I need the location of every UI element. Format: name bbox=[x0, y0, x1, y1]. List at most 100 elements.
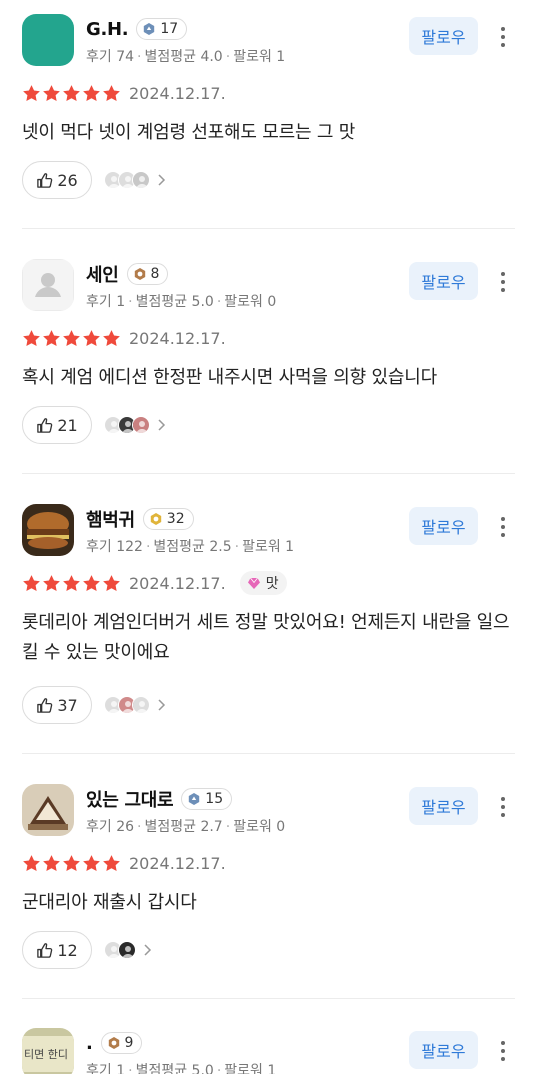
follow-button[interactable]: 팔로우 bbox=[409, 17, 478, 55]
star-icon bbox=[102, 574, 121, 593]
star-rating bbox=[22, 329, 121, 348]
more-options-icon[interactable] bbox=[492, 1034, 514, 1068]
review-count: 후기 1 bbox=[86, 294, 126, 310]
thumbs-up-icon bbox=[36, 417, 53, 434]
diamond-level-icon bbox=[142, 22, 156, 36]
like-button[interactable]: 12 bbox=[22, 931, 92, 969]
average-rating: 별점평균 5.0 bbox=[135, 1063, 214, 1074]
star-icon bbox=[42, 84, 61, 103]
avatar[interactable] bbox=[22, 14, 74, 66]
review-item: 티면 한디. 9 후기 1 · 별점평균 5.0 · 팔로워 1 팔로우 bbox=[0, 1028, 537, 1074]
level-badge: 8 bbox=[126, 263, 169, 285]
star-icon bbox=[42, 329, 61, 348]
chevron-right-icon bbox=[146, 173, 168, 187]
reviewer-stats: 후기 1 · 별점평균 5.0 · 팔로워 0 bbox=[86, 291, 276, 311]
reviewer-stats: 후기 26 · 별점평균 2.7 · 팔로워 0 bbox=[86, 816, 285, 836]
star-icon bbox=[82, 574, 101, 593]
level-number: 15 bbox=[205, 791, 224, 807]
level-number: 9 bbox=[124, 1035, 134, 1051]
follower-count: 팔로워 0 bbox=[233, 819, 286, 835]
reviewer-stats: 후기 1 · 별점평균 5.0 · 팔로워 1 bbox=[86, 1060, 276, 1074]
likers-list[interactable] bbox=[104, 161, 168, 199]
reviewer-name[interactable]: 세인 bbox=[86, 261, 119, 287]
star-icon bbox=[22, 329, 41, 348]
review-count: 후기 74 bbox=[86, 49, 135, 65]
average-rating: 별점평균 2.5 bbox=[153, 539, 232, 555]
review-text: 롯데리아 계엄인더버거 세트 정말 맛있어요! 언제든지 내란을 일으킬 수 있… bbox=[22, 612, 510, 663]
star-icon bbox=[82, 854, 101, 873]
follow-button[interactable]: 팔로우 bbox=[409, 507, 478, 545]
review-text: 혹시 계엄 에디션 한정판 내주시면 사먹을 의향 있습니다 bbox=[22, 367, 437, 388]
average-rating: 별점평균 5.0 bbox=[135, 294, 214, 310]
review-count: 후기 26 bbox=[86, 819, 135, 835]
review-text: 넷이 먹다 넷이 계엄령 선포해도 모르는 그 맛 bbox=[22, 122, 356, 143]
average-rating: 별점평균 2.7 bbox=[144, 819, 223, 835]
divider bbox=[22, 753, 515, 754]
star-icon bbox=[102, 854, 121, 873]
review-item: 햄벅귀 32 후기 122 · 별점평균 2.5 · 팔로워 1 팔로우 2024.12.17.… bbox=[0, 504, 537, 753]
review-count: 후기 1 bbox=[86, 1063, 126, 1074]
review-item: G.H. 17 후기 74 · 별점평균 4.0 · 팔로워 1 팔로우 2024.12.17.… bbox=[0, 14, 537, 228]
avatar-text: 티면 한디 bbox=[24, 1048, 68, 1061]
avatar[interactable]: 티면 한디 bbox=[22, 1028, 74, 1074]
reviewer-stats: 후기 122 · 별점평균 2.5 · 팔로워 1 bbox=[86, 536, 294, 556]
separator-dot: · bbox=[216, 1063, 222, 1074]
star-icon bbox=[62, 854, 81, 873]
review-text: 군대리아 재출시 갑시다 bbox=[22, 892, 197, 913]
bronze-level-icon bbox=[133, 267, 147, 281]
follow-button[interactable]: 팔로우 bbox=[409, 787, 478, 825]
review-date: 2024.12.17. bbox=[129, 328, 226, 348]
reviewer-name[interactable]: 있는 그대로 bbox=[86, 786, 174, 812]
like-button[interactable]: 21 bbox=[22, 406, 92, 444]
follower-count: 팔로워 1 bbox=[233, 49, 286, 65]
review-date: 2024.12.17. bbox=[129, 83, 226, 103]
star-icon bbox=[102, 84, 121, 103]
level-number: 32 bbox=[166, 511, 185, 527]
divider bbox=[22, 998, 515, 999]
bronze-level-icon bbox=[107, 1036, 121, 1050]
reviewer-name[interactable]: . bbox=[86, 1033, 93, 1054]
likers-list[interactable] bbox=[104, 686, 168, 724]
follower-count: 팔로워 1 bbox=[224, 1063, 277, 1074]
follow-button[interactable]: 팔로우 bbox=[409, 1031, 478, 1069]
separator-dot: · bbox=[225, 819, 231, 835]
more-options-icon[interactable] bbox=[492, 790, 514, 824]
chevron-right-icon bbox=[146, 698, 168, 712]
review-date: 2024.12.17. bbox=[129, 573, 226, 593]
thumbs-up-icon bbox=[36, 942, 53, 959]
rating-row: 2024.12.17. bbox=[22, 850, 226, 876]
star-icon bbox=[82, 84, 101, 103]
like-count: 26 bbox=[57, 170, 78, 190]
review-count: 후기 122 bbox=[86, 539, 143, 555]
follow-button[interactable]: 팔로우 bbox=[409, 262, 478, 300]
like-button[interactable]: 26 bbox=[22, 161, 92, 199]
rating-row: 2024.12.17. bbox=[22, 325, 226, 351]
avatar[interactable] bbox=[22, 784, 74, 836]
likers-list[interactable] bbox=[104, 406, 168, 444]
review-list: G.H. 17 후기 74 · 별점평균 4.0 · 팔로워 1 팔로우 2024.12.17.… bbox=[0, 0, 537, 1074]
more-options-icon[interactable] bbox=[492, 265, 514, 299]
gold-level-icon bbox=[149, 512, 163, 526]
level-number: 8 bbox=[150, 266, 160, 282]
reviewer-name[interactable]: G.H. bbox=[86, 19, 129, 40]
star-icon bbox=[102, 329, 121, 348]
like-count: 12 bbox=[57, 940, 78, 960]
like-button[interactable]: 37 bbox=[22, 686, 92, 724]
separator-dot: · bbox=[234, 539, 240, 555]
separator-dot: · bbox=[128, 1063, 133, 1074]
star-rating bbox=[22, 84, 121, 103]
follower-count: 팔로워 1 bbox=[242, 539, 295, 555]
more-options-icon[interactable] bbox=[492, 510, 514, 544]
star-icon bbox=[82, 329, 101, 348]
avatar[interactable] bbox=[22, 504, 74, 556]
star-icon bbox=[22, 574, 41, 593]
more-options-icon[interactable] bbox=[492, 20, 514, 54]
follower-count: 팔로워 0 bbox=[224, 294, 277, 310]
reviewer-name[interactable]: 햄벅귀 bbox=[86, 506, 135, 532]
separator-dot: · bbox=[137, 819, 142, 835]
average-rating: 별점평균 4.0 bbox=[144, 49, 223, 65]
star-icon bbox=[62, 574, 81, 593]
star-rating bbox=[22, 854, 121, 873]
likers-list[interactable] bbox=[104, 931, 154, 969]
avatar[interactable] bbox=[22, 259, 74, 311]
